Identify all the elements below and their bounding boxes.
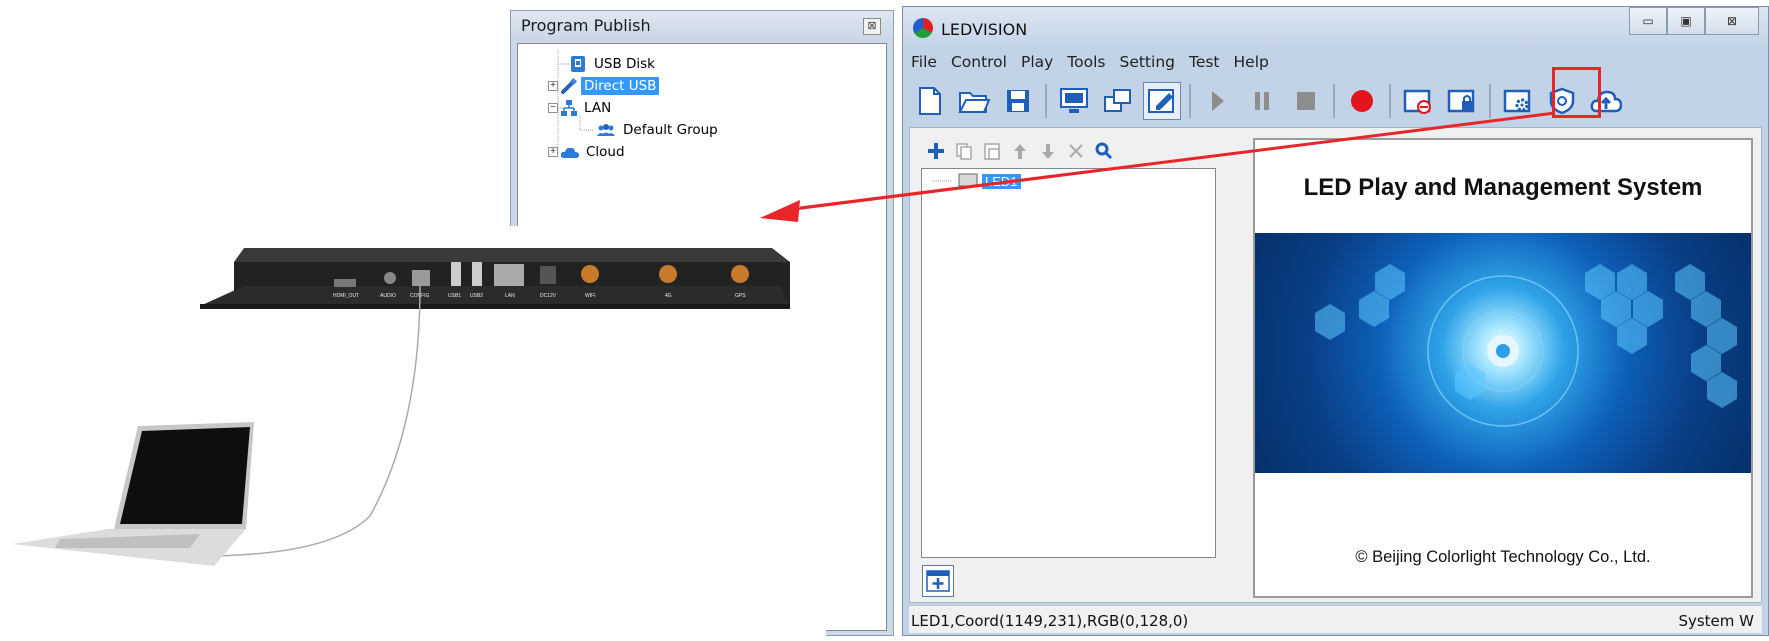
annotation-arrow xyxy=(760,111,1556,222)
arrow-head xyxy=(760,200,800,222)
